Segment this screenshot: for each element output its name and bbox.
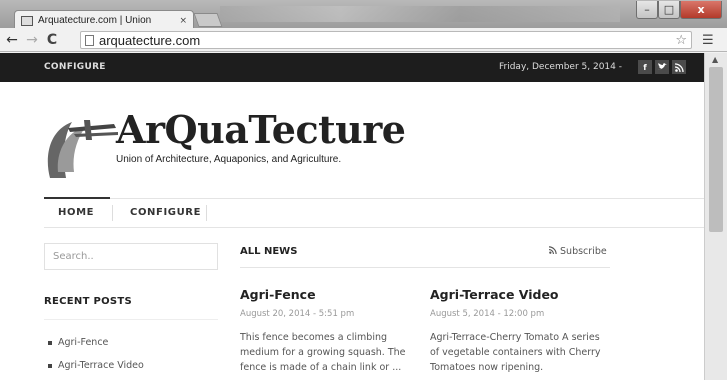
close-window-button[interactable]: x <box>680 1 722 19</box>
divider <box>240 267 610 268</box>
hamburger-menu-icon[interactable]: ☰ <box>702 33 714 48</box>
blurred-tabs-area <box>220 6 620 22</box>
recent-post-link[interactable]: Agri-Terrace Video <box>48 360 144 371</box>
twitter-icon[interactable] <box>655 60 669 74</box>
reload-icon[interactable]: C <box>42 32 62 48</box>
nav-configure[interactable]: CONFIGURE <box>130 207 201 218</box>
browser-tabstrip: Arquatecture.com | Union × – □ x <box>0 0 727 30</box>
address-bar[interactable]: arquatecture.com ☆ <box>80 31 692 49</box>
back-arrow-icon[interactable]: ← <box>2 32 22 48</box>
facebook-icon[interactable]: f <box>638 60 652 74</box>
post-excerpt: This fence becomes a climbing medium for… <box>240 332 406 373</box>
new-tab-button[interactable] <box>193 13 223 27</box>
site-favicon-icon <box>21 15 33 26</box>
post-excerpt: Agri-Terrace-Cherry Tomato A series of v… <box>430 332 601 373</box>
post-date: August 20, 2014 - 5:51 pm <box>240 309 355 319</box>
topbar-date: Friday, December 5, 2014 - <box>499 62 622 72</box>
page-scrollbar[interactable]: ▲ <box>704 53 727 380</box>
browser-tab[interactable]: Arquatecture.com | Union × <box>14 10 194 30</box>
post-title[interactable]: Agri-Fence <box>240 287 420 302</box>
recent-post-link[interactable]: Agri-Fence <box>48 337 108 348</box>
logo-mark-icon <box>47 120 118 178</box>
url-text[interactable]: arquatecture.com <box>99 33 675 48</box>
nav-separator <box>112 205 113 221</box>
rss-icon[interactable] <box>672 60 686 74</box>
all-news-heading: ALL NEWS <box>240 246 298 257</box>
main-navigation: HOME CONFIGURE <box>43 197 704 228</box>
scrollbar-thumb[interactable] <box>709 67 723 232</box>
site-tagline: Union of Architecture, Aquaponics, and A… <box>116 154 342 165</box>
site-logo[interactable]: ArQuaTecture Union of Architecture, Aqua… <box>44 103 414 183</box>
post-date: August 5, 2014 - 12:00 pm <box>430 309 545 319</box>
recent-posts-heading: RECENT POSTS <box>44 296 133 307</box>
maximize-button[interactable]: □ <box>658 1 680 19</box>
post-title[interactable]: Agri-Terrace Video <box>430 287 610 302</box>
tab-close-icon[interactable]: × <box>179 16 187 26</box>
forward-arrow-icon[interactable]: → <box>22 32 42 48</box>
search-input[interactable]: Search.. <box>44 243 218 270</box>
subscribe-link[interactable]: Subscribe <box>548 246 607 257</box>
site-name: ArQuaTecture <box>116 107 406 152</box>
star-icon[interactable]: ☆ <box>675 33 687 48</box>
page-icon <box>85 34 94 46</box>
scroll-up-icon[interactable]: ▲ <box>712 55 718 64</box>
web-page: CONFIGURE Friday, December 5, 2014 - f A… <box>0 53 704 380</box>
minimize-button[interactable]: – <box>636 1 658 19</box>
nav-home[interactable]: HOME <box>43 197 111 218</box>
recent-post-label[interactable]: Agri-Fence <box>58 337 108 348</box>
browser-toolbar: ← → C arquatecture.com ☆ ☰ <box>0 28 727 52</box>
nav-separator <box>206 205 207 221</box>
rss-icon <box>548 246 557 255</box>
news-post: Agri-Terrace Video August 5, 2014 - 12:0… <box>430 287 610 375</box>
recent-post-label[interactable]: Agri-Terrace Video <box>58 360 144 371</box>
topbar-configure-link[interactable]: CONFIGURE <box>44 62 106 72</box>
subscribe-label[interactable]: Subscribe <box>560 246 607 257</box>
news-post: Agri-Fence August 20, 2014 - 5:51 pm Thi… <box>240 287 420 375</box>
tab-title: Arquatecture.com | Union <box>38 15 152 26</box>
divider <box>44 319 218 320</box>
site-topbar: CONFIGURE Friday, December 5, 2014 - f <box>0 53 704 82</box>
